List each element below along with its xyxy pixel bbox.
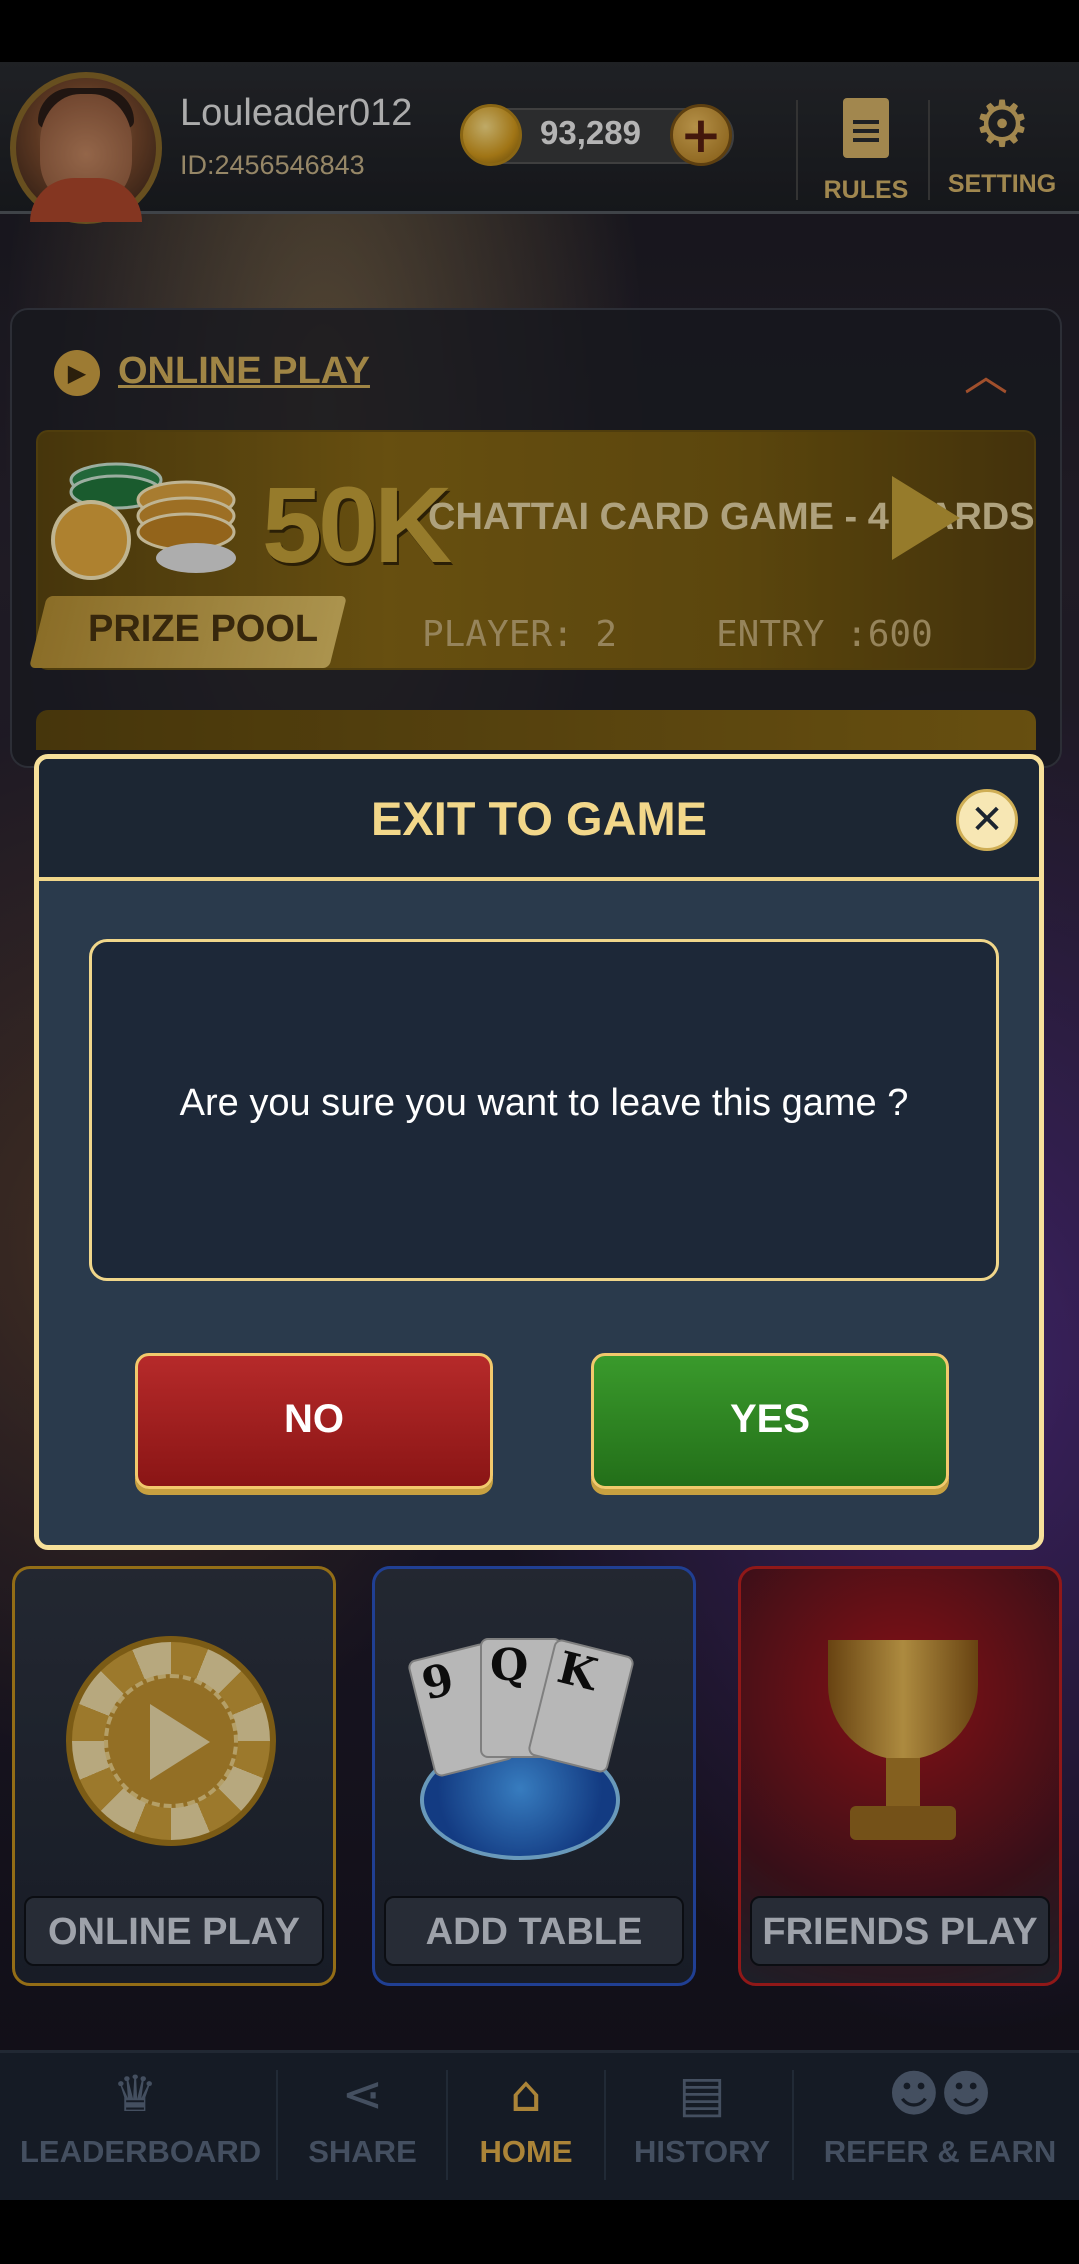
message-box: Are you sure you want to leave this game… (89, 939, 999, 1281)
exit-dialog: EXIT TO GAME ✕ Are you sure you want to … (34, 754, 1044, 1550)
close-icon: ✕ (970, 797, 1004, 843)
dialog-message: Are you sure you want to leave this game… (179, 1082, 909, 1124)
dialog-header: EXIT TO GAME ✕ (39, 759, 1039, 881)
yes-button[interactable]: YES (591, 1353, 949, 1489)
no-button[interactable]: NO (135, 1353, 493, 1489)
dialog-title: EXIT TO GAME (371, 792, 707, 845)
close-button[interactable]: ✕ (956, 789, 1018, 851)
